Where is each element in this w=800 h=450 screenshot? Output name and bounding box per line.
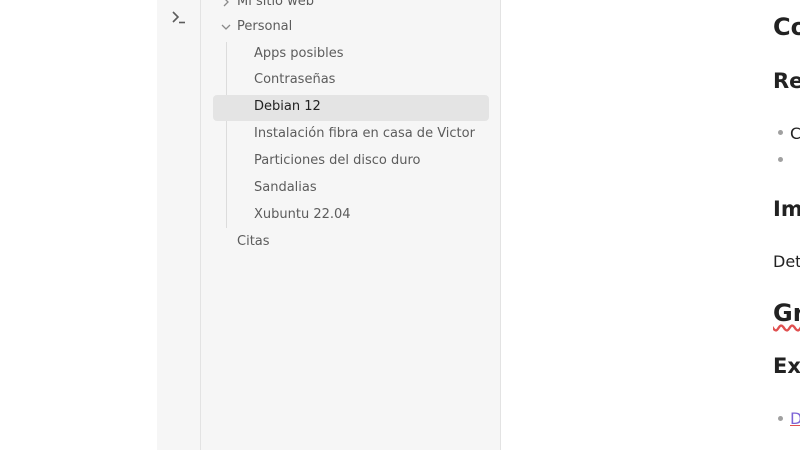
tree-folder-mi-sitio-web[interactable]: Mi sitio web (220, 0, 488, 15)
tree-file-label: Apps posibles (254, 46, 344, 61)
bullet-dot (778, 130, 783, 135)
heading-4: Gr (773, 299, 800, 327)
tree-file-label: Contraseñas (254, 72, 336, 87)
chevron-right-icon (223, 0, 229, 7)
bullet-dot (778, 416, 783, 421)
tree-file-label: Xubuntu 22.04 (254, 207, 351, 222)
heading-3: Imp (773, 197, 800, 221)
file-explorer (201, 0, 501, 450)
bullet-dot (778, 157, 783, 162)
tree-indent-guide (226, 42, 227, 228)
tree-file-label: Sandalias (254, 180, 317, 195)
internal-link[interactable]: D (790, 409, 800, 428)
tree-file-label: Debian 12 (254, 99, 321, 114)
ribbon (157, 0, 201, 450)
bullet-text: C (790, 124, 800, 143)
tree-file-label: Citas (237, 234, 270, 249)
tree-folder-label: Personal (237, 19, 293, 34)
editor-pane[interactable] (501, 0, 800, 450)
tree-file-label: Instalación fibra en casa de Victor (254, 126, 475, 141)
terminal-icon[interactable] (170, 8, 188, 26)
paragraph-text: Det (773, 252, 800, 271)
heading-2: Re (773, 69, 800, 93)
tree-file-label: Particiones del disco duro (254, 153, 421, 168)
heading-5: Ext (773, 354, 800, 378)
chevron-down-icon (221, 24, 231, 30)
tree-folder-personal[interactable]: Personal (220, 14, 488, 40)
tree-folder-label: Mi sitio web (237, 0, 315, 9)
heading-1: Co (773, 13, 800, 41)
